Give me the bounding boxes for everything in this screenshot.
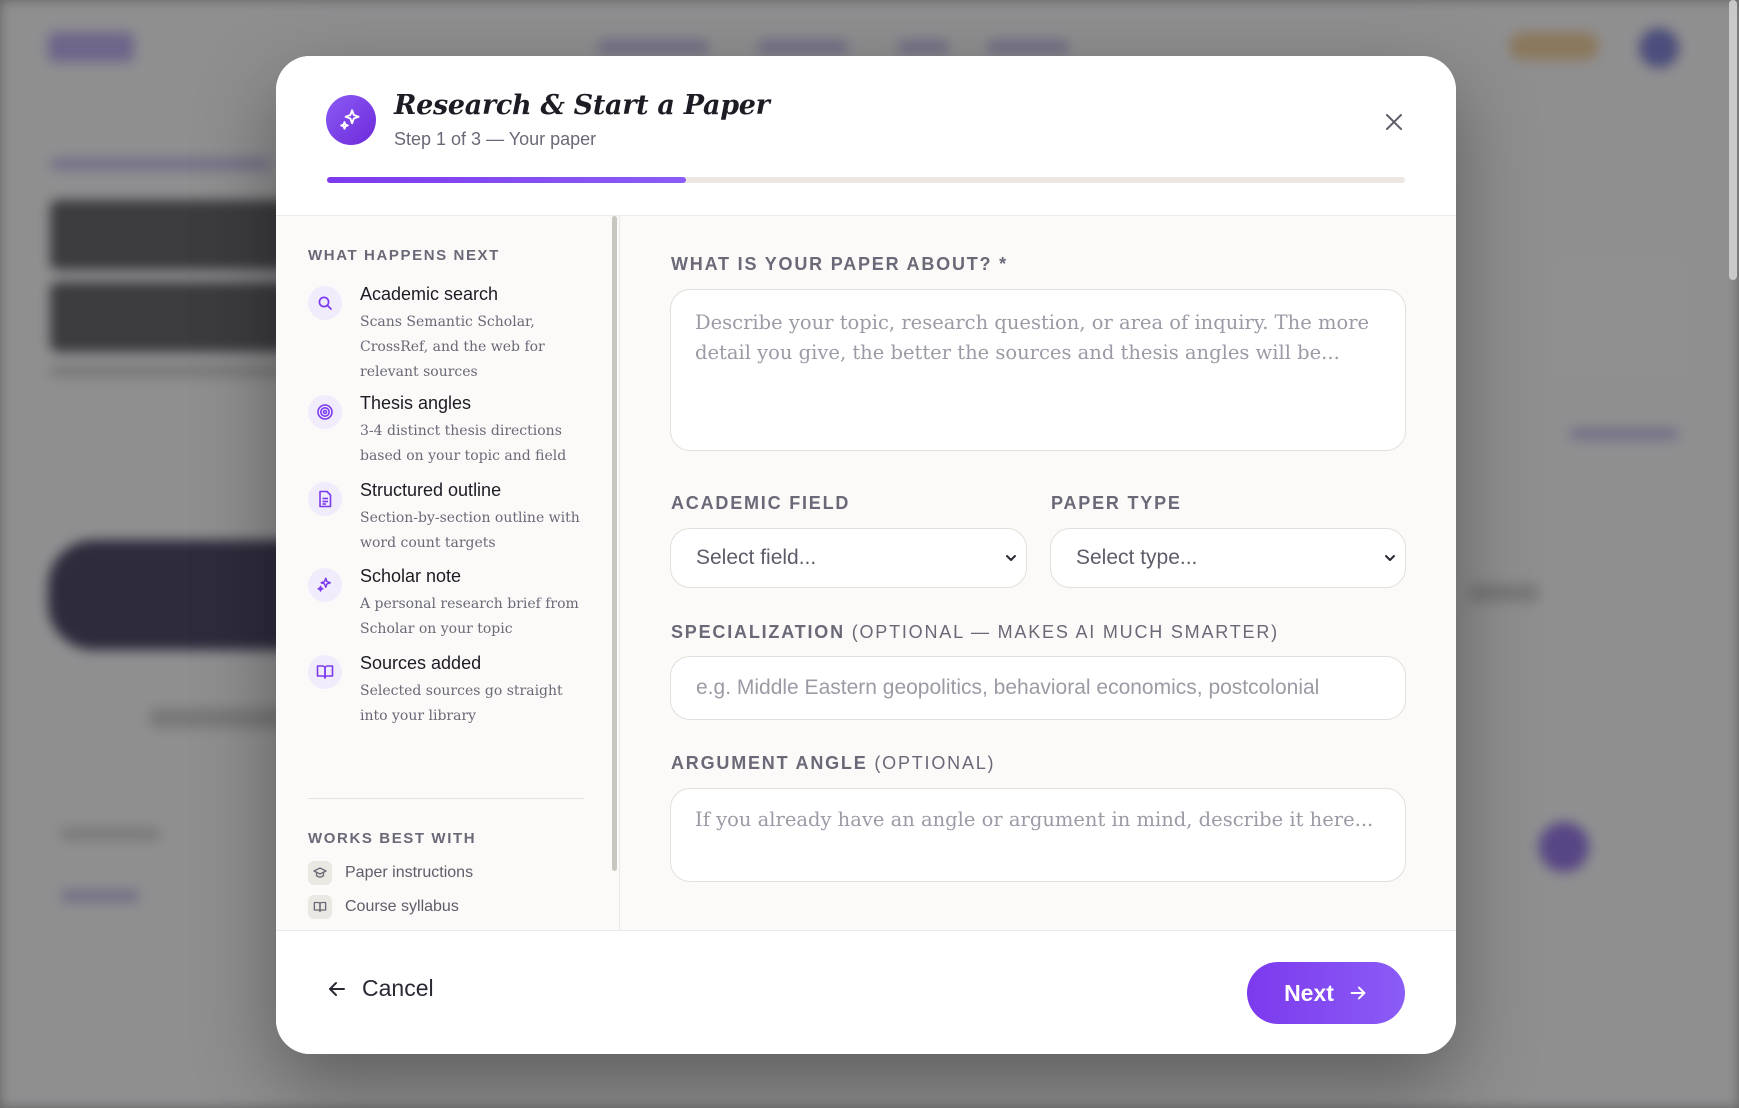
paper-type-value: Select type... (1076, 546, 1198, 569)
close-button[interactable] (1380, 108, 1408, 136)
research-modal: Research & Start a Paper Step 1 of 3 — Y… (276, 56, 1456, 1054)
close-icon (1386, 114, 1402, 130)
document-icon (308, 482, 342, 516)
works-item-paper-instructions: Paper instructions (308, 861, 473, 885)
works-item-label: Course syllabus (345, 898, 459, 915)
specialization-input[interactable]: e.g. Middle Eastern geopolitics, behavio… (670, 656, 1406, 720)
progress-bar (327, 177, 1405, 183)
book-icon (308, 895, 332, 919)
sidebar-divider (308, 798, 584, 799)
target-icon (308, 395, 342, 429)
paper-type-label: PAPER TYPE (1051, 493, 1182, 513)
specialization-label: SPECIALIZATION (OPTIONAL — MAKES AI MUCH… (671, 622, 1279, 643)
chevron-down-icon (1006, 555, 1016, 561)
specialization-optional-text: (OPTIONAL — MAKES AI MUCH SMARTER) (851, 622, 1279, 642)
arrow-right-icon (1350, 986, 1366, 1000)
academic-field-label: ACADEMIC FIELD (671, 493, 851, 513)
next-label: Next (1284, 979, 1334, 1006)
step-description: A personal research brief from Scholar o… (360, 596, 579, 637)
argument-angle-textarea[interactable]: If you already have an angle or argument… (670, 788, 1406, 882)
topic-textarea[interactable]: Describe your topic, research question, … (670, 289, 1406, 451)
cancel-label: Cancel (362, 975, 434, 1001)
modal-subtitle: Step 1 of 3 — Your paper (394, 129, 597, 149)
step-title: Structured outline (360, 480, 502, 500)
sidebar-scrollbar[interactable] (612, 216, 617, 871)
argument-angle-label: ARGUMENT ANGLE (OPTIONAL) (671, 753, 995, 774)
specialization-label-text: SPECIALIZATION (671, 622, 845, 642)
next-button[interactable]: Next (1247, 962, 1405, 1024)
cancel-button[interactable]: Cancel (326, 975, 434, 1002)
sparkle-icon (308, 568, 342, 602)
step-description: Selected sources go straight into your l… (360, 683, 563, 724)
step-description: 3-4 distinct thesis directions based on … (360, 423, 567, 464)
chevron-down-icon (1385, 555, 1395, 561)
page-scrollbar[interactable] (1729, 0, 1737, 280)
graduation-cap-icon (308, 861, 332, 885)
book-icon (308, 655, 342, 689)
academic-field-select[interactable]: Select field... (670, 528, 1027, 588)
paper-type-select[interactable]: Select type... (1050, 528, 1406, 588)
modal-header: Research & Start a Paper Step 1 of 3 — Y… (276, 56, 1456, 216)
topic-label: WHAT IS YOUR PAPER ABOUT? * (671, 254, 1008, 274)
works-item-course-syllabus: Course syllabus (308, 895, 459, 919)
argument-angle-optional-text: (OPTIONAL) (874, 753, 996, 773)
step-title: Academic search (360, 284, 499, 304)
modal-title: Research & Start a Paper (394, 90, 770, 121)
step-title: Sources added (360, 653, 482, 673)
modal-footer: Cancel Next (276, 930, 1456, 1054)
step-description: Scans Semantic Scholar, CrossRef, and th… (360, 314, 545, 380)
works-item-label: Paper instructions (345, 864, 474, 881)
step-title: Thesis angles (360, 393, 472, 413)
step-description: Section-by-section outline with word cou… (360, 510, 580, 551)
arrow-left-icon (329, 981, 345, 996)
argument-angle-label-text: ARGUMENT ANGLE (671, 753, 868, 773)
academic-field-value: Select field... (696, 546, 817, 569)
sparkle-icon (326, 95, 376, 145)
progress-fill (327, 177, 686, 183)
sidebar: WHAT HAPPENS NEXT Academic search Scans … (276, 216, 620, 930)
step-title: Scholar note (360, 566, 462, 586)
sidebar-heading: WHAT HAPPENS NEXT (308, 247, 500, 264)
works-best-heading: WORKS BEST WITH (308, 830, 477, 847)
search-icon (308, 286, 342, 320)
